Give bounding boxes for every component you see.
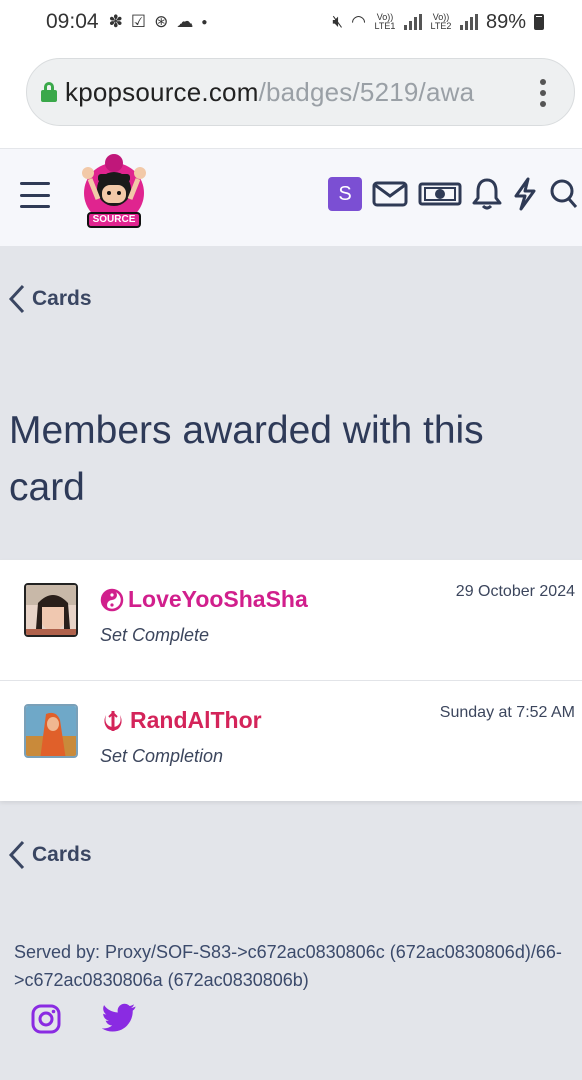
- lock-icon: [41, 82, 57, 102]
- address-bar[interactable]: kpopsource.com/badges/5219/awa: [26, 58, 575, 126]
- bell-icon[interactable]: [472, 177, 502, 211]
- sync-icon: ⊛: [154, 12, 169, 31]
- signal1-icon: [403, 14, 422, 30]
- volte2-label: Vo)) LTE2: [430, 12, 452, 31]
- yin-yang-icon: [100, 588, 124, 611]
- avatar[interactable]: [24, 583, 78, 637]
- hamburger-icon[interactable]: [20, 182, 50, 208]
- status-time: 09:04: [46, 10, 99, 33]
- dot-icon: ●: [201, 16, 208, 28]
- twitter-icon[interactable]: [102, 1003, 138, 1035]
- pinwheel-icon: ✽: [108, 12, 123, 31]
- award-title: Set Completion: [100, 746, 224, 766]
- award-title: Set Complete: [100, 625, 210, 645]
- awarded-members-list: LoveYooShaSha Set Complete 29 October 20…: [0, 560, 582, 801]
- site-logo[interactable]: SOURCE: [78, 149, 150, 233]
- user-avatar[interactable]: S: [328, 177, 362, 211]
- volte1-label: Vo)) LTE1: [374, 12, 396, 31]
- breadcrumb-back-bottom[interactable]: Cards: [8, 840, 92, 870]
- search-icon[interactable]: [548, 177, 578, 211]
- mute-icon: 🔇︎: [332, 12, 344, 31]
- status-bar: 09:04 ✽ ☑ ⊛ ☁ ● 🔇︎ ◠ Vo)) LTE1 Vo)) LTE2…: [0, 0, 582, 44]
- url-path: /badges/5219/awa: [258, 76, 475, 107]
- username-link[interactable]: LoveYooShaSha: [128, 586, 308, 613]
- served-by-text: Served by: Proxy/SOF-S83->c672ac0830806c…: [14, 942, 562, 990]
- lightning-icon[interactable]: [512, 177, 538, 211]
- battery-percent: 89%: [485, 10, 526, 33]
- cloud-icon: ☁: [176, 12, 194, 31]
- breadcrumb-label: Cards: [32, 843, 92, 866]
- breadcrumb-label: Cards: [32, 287, 92, 310]
- avatar[interactable]: [24, 704, 78, 758]
- jedi-order-icon: [104, 710, 122, 731]
- url-host: kpopsource.com: [65, 76, 259, 107]
- award-date[interactable]: 29 October 2024: [456, 583, 575, 601]
- username-link[interactable]: RandAlThor: [130, 707, 262, 734]
- mail-icon[interactable]: [372, 180, 408, 208]
- instagram-icon[interactable]: [30, 1003, 62, 1035]
- breadcrumb-back-top[interactable]: Cards: [8, 284, 92, 314]
- checkbox-icon: ☑: [130, 12, 147, 31]
- list-item: LoveYooShaSha Set Complete 29 October 20…: [0, 560, 582, 680]
- chevron-left-icon: [8, 840, 25, 870]
- browser-menu-icon[interactable]: [540, 79, 546, 107]
- battery-icon: [534, 14, 544, 30]
- money-icon[interactable]: [418, 180, 462, 208]
- chevron-left-icon: [8, 284, 25, 314]
- award-date[interactable]: Sunday at 7:52 AM: [440, 704, 575, 722]
- url-text[interactable]: kpopsource.com/badges/5219/awa: [65, 77, 474, 108]
- wifi-icon: ◠: [351, 12, 366, 31]
- site-header: SOURCE S: [0, 148, 582, 246]
- signal2-icon: [459, 14, 478, 30]
- list-item: RandAlThor Set Completion Sunday at 7:52…: [0, 680, 582, 800]
- page-title: Members awarded with this card: [9, 409, 484, 509]
- logo-text: SOURCE: [92, 214, 136, 225]
- browser-toolbar: kpopsource.com/badges/5219/awa: [0, 44, 582, 148]
